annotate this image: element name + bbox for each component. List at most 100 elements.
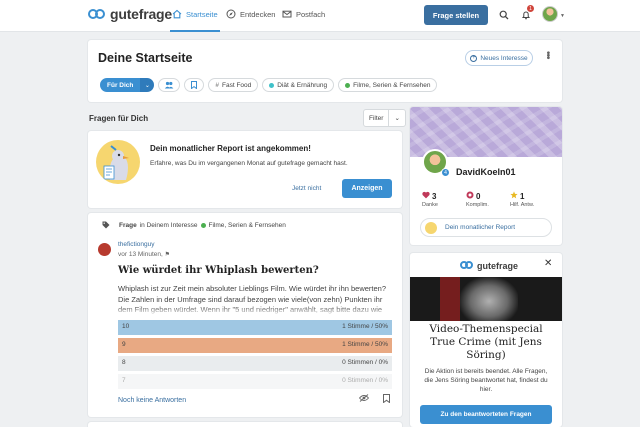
chevron-down-icon[interactable]: ▼ xyxy=(560,13,565,19)
monthly-report-label: Dein monatlicher Report xyxy=(445,224,516,231)
chip-diaet-label: Diät & Ernährung xyxy=(277,81,328,89)
stat-value: 0 xyxy=(476,192,481,201)
promo-image xyxy=(410,277,562,321)
star-icon xyxy=(510,191,518,199)
profile-card: 4 DavidKoeln01 3 Danke 0 Komplim. 1 Hilf… xyxy=(410,107,562,245)
stat-label: Komplim. xyxy=(466,202,489,208)
new-interest-button[interactable]: + Neues Interesse xyxy=(465,50,533,66)
poll-option-label: 8 xyxy=(122,359,126,366)
topic-dot-icon xyxy=(345,82,351,88)
question-title[interactable]: Wie würdet ihr Whiplash bewerten? xyxy=(118,265,319,276)
stat-hilfreich: 1 Hilf. Antw. xyxy=(510,191,554,208)
report-title: Dein monatlicher Report ist angekommen! xyxy=(150,144,311,153)
report-illustration xyxy=(96,140,140,184)
poll: 10 1 Stimme / 50% 9 1 Stimme / 50% 8 0 S… xyxy=(118,320,392,392)
nav-startseite[interactable]: Startseite xyxy=(170,9,220,32)
compass-icon xyxy=(226,9,236,19)
close-icon[interactable]: ✕ xyxy=(544,258,552,269)
more-options-icon[interactable]: ••• xyxy=(542,51,553,59)
search-icon xyxy=(499,10,509,20)
poll-result: 1 Stimme / 50% xyxy=(342,341,388,348)
search-button[interactable] xyxy=(497,8,511,22)
plus-icon: + xyxy=(470,54,478,62)
author-name[interactable]: thefictionguy xyxy=(118,241,155,248)
poll-option[interactable]: 9 1 Stimme / 50% xyxy=(118,338,392,353)
promo-answers-button[interactable]: Zu den beantworteten Fragen xyxy=(420,405,552,424)
question-card[interactable]: Frage in Deinem Interesse Filme, Serien … xyxy=(88,213,402,417)
poll-result: 0 Stimmen / 0% xyxy=(342,359,388,366)
flag-icon: ⚑ xyxy=(164,252,171,258)
promo-logo-text: gutefrage xyxy=(477,260,519,271)
show-report-button[interactable]: Anzeigen xyxy=(342,179,392,198)
feed-title: Fragen für Dich xyxy=(89,114,149,123)
stat-komplimente: 0 Komplim. xyxy=(466,191,510,208)
interest-chips: Für Dich ⌄ # Fast Food Diät & Ernährung … xyxy=(100,78,438,92)
chip-fast-food-label: Fast Food xyxy=(222,81,252,89)
new-interest-label: Neues Interesse xyxy=(480,54,528,62)
heart-icon xyxy=(422,191,430,199)
not-now-link[interactable]: Jetzt nicht xyxy=(292,185,321,192)
question-time: vor 13 Minuten, ⚑ xyxy=(118,251,170,258)
question-meta: Frage in Deinem Interesse Filme, Serien … xyxy=(102,221,286,229)
chip-dropdown[interactable]: ⌄ xyxy=(140,78,155,92)
promo-logo: gutefrage xyxy=(460,260,518,271)
hide-icon[interactable] xyxy=(359,394,369,402)
question-time-text: vor 13 Minuten, xyxy=(118,251,163,258)
chip-fast-food[interactable]: # Fast Food xyxy=(208,78,259,92)
notifications-button[interactable]: 1 xyxy=(519,5,534,22)
user-avatar[interactable] xyxy=(542,6,558,22)
level-badge: 4 xyxy=(441,168,450,177)
page-title: Deine Startseite xyxy=(98,51,193,65)
poll-option-label: 7 xyxy=(122,377,126,384)
chevron-down-icon: ⌄ xyxy=(144,82,150,89)
poll-option[interactable]: 8 0 Stimmen / 0% xyxy=(118,356,392,371)
users-icon xyxy=(165,81,174,89)
monthly-report-link[interactable]: Dein monatlicher Report xyxy=(420,218,552,237)
home-icon xyxy=(172,9,182,19)
stat-danke: 3 Danke xyxy=(422,191,466,208)
question-body: Whiplash ist zur Zeit mein absoluter Lie… xyxy=(118,284,394,316)
author-avatar[interactable] xyxy=(98,243,111,256)
poll-option[interactable]: 7 0 Stimmen / 0% xyxy=(118,374,392,389)
filter-dropdown[interactable]: Filter ⌄ xyxy=(363,109,406,127)
chip-filme[interactable]: Filme, Serien & Fernsehen xyxy=(338,78,438,92)
chip-diaet[interactable]: Diät & Ernährung xyxy=(262,78,335,92)
nav-postfach[interactable]: Postfach xyxy=(282,9,325,19)
profile-stats: 3 Danke 0 Komplim. 1 Hilf. Antw. xyxy=(422,191,554,208)
topic-dot-icon xyxy=(200,222,206,228)
question-topic-link[interactable]: Filme, Serien & Fernsehen xyxy=(209,222,286,229)
top-navigation: gutefrage Startseite Entdecken Postfach … xyxy=(0,0,640,32)
stat-label: Hilf. Antw. xyxy=(510,202,535,208)
gutefrage-logo[interactable]: gutefrage xyxy=(88,6,172,22)
chip-bookmarks[interactable] xyxy=(184,78,205,92)
hash-icon: # xyxy=(215,81,219,89)
promo-card: gutefrage ✕ Video-Themenspecial True Cri… xyxy=(410,253,562,427)
stat-value: 1 xyxy=(520,192,525,201)
nav-startseite-label: Startseite xyxy=(186,9,218,19)
poll-option[interactable]: 10 1 Stimme / 50% xyxy=(118,320,392,335)
notification-count-badge: 1 xyxy=(527,5,534,12)
tag-icon xyxy=(102,221,110,229)
bookmark-icon xyxy=(191,81,198,89)
nav-entdecken-label: Entdecken xyxy=(240,9,276,19)
chip-fuer-dich[interactable]: Für Dich xyxy=(100,78,141,92)
monthly-report-card: Dein monatlicher Report ist angekommen! … xyxy=(88,131,402,208)
start-card: Deine Startseite + Neues Interesse ••• F… xyxy=(88,40,562,102)
chevron-down-icon: ⌄ xyxy=(388,110,404,126)
nav-entdecken[interactable]: Entdecken xyxy=(226,9,275,19)
report-text: Erfahre, was Du im vergangenen Monat auf… xyxy=(150,160,348,167)
poll-result: 0 Stimmen / 0% xyxy=(342,377,388,384)
no-answers-link[interactable]: Noch keine Antworten xyxy=(118,397,186,404)
stat-label: Danke xyxy=(422,202,438,208)
report-illustration-icon xyxy=(425,221,437,234)
profile-name[interactable]: DavidKoeln01 xyxy=(456,167,516,177)
bookmark-icon[interactable] xyxy=(383,394,390,403)
nav-postfach-label: Postfach xyxy=(296,9,326,19)
logo-text: gutefrage xyxy=(110,6,172,22)
promo-title: Video-Themenspecial True Crime (mit Jens… xyxy=(429,323,543,361)
topic-dot-icon xyxy=(269,82,275,88)
question-meta-context: in Deinem Interesse xyxy=(139,221,198,229)
chip-following[interactable] xyxy=(158,78,181,92)
logo-icon xyxy=(460,260,474,271)
ask-question-button[interactable]: Frage stellen xyxy=(424,5,488,25)
